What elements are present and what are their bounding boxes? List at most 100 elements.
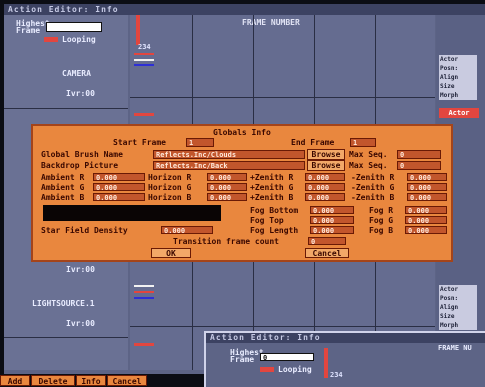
current-frame-marker[interactable] [324, 348, 328, 378]
current-frame-marker[interactable] [136, 15, 140, 45]
looping-label: Looping [278, 365, 312, 374]
row-divider [4, 337, 128, 338]
item-value-camera: Ivr:00 [66, 89, 95, 98]
zenith-pos-g-input[interactable]: 0.000 [305, 183, 345, 191]
transition-label: Transition frame count [173, 237, 279, 246]
keyframe-bar[interactable] [134, 59, 154, 61]
zenith-neg-r-label: -Zenith R [351, 173, 395, 182]
attribute-legend: Actor Posn: Align Size Morph [439, 55, 477, 100]
info-button[interactable]: Info [76, 375, 106, 386]
keyframe-bar[interactable] [134, 297, 154, 299]
looping-toggle[interactable] [260, 367, 274, 372]
ambient-r-label: Ambient R [41, 173, 85, 182]
ambient-r-input[interactable]: 0.000 [93, 173, 145, 181]
transition-input[interactable]: 0 [308, 237, 346, 245]
fog-g-input[interactable]: 0.000 [405, 216, 447, 224]
keyframe-bar[interactable] [134, 343, 154, 346]
side-label: Posn: [439, 294, 477, 303]
highest-frame-input[interactable] [46, 22, 102, 32]
dialog-title: Globals Info [213, 128, 271, 137]
max-seq-label: Max Seq. [349, 161, 388, 170]
keyframe-bar[interactable] [134, 285, 154, 287]
delete-button[interactable]: Delete [31, 375, 75, 386]
side-label: Size [439, 82, 477, 91]
highest-frame-input[interactable]: 0 [260, 353, 314, 362]
color-preview-swatch [43, 205, 221, 221]
ambient-b-label: Ambient B [41, 193, 85, 202]
fog-length-label: Fog Length [250, 226, 299, 235]
ambient-b-input[interactable]: 0.000 [93, 193, 145, 201]
looping-label: Looping [62, 35, 96, 44]
globals-info-dialog: Globals Info Start Frame 1 End Frame 1 G… [31, 124, 453, 262]
add-button[interactable]: Add [0, 375, 30, 386]
horizon-r-input[interactable]: 0.000 [207, 173, 247, 181]
side-label: Actor [439, 55, 477, 64]
action-editor-window-2: Action Editor: Info FRAME NU Highest Fra… [204, 331, 485, 387]
attribute-legend: Actor Posn: Align Size Morph [439, 285, 477, 330]
side-label: Align [439, 303, 477, 312]
global-brush-label: Global Brush Name [41, 150, 123, 159]
fog-length-input[interactable]: 0.000 [310, 226, 354, 234]
browse-backdrop-button[interactable]: Browse [307, 160, 345, 171]
horizon-g-label: Horizon G [148, 183, 192, 192]
backdrop-label: Backdrop Picture [41, 161, 119, 170]
backdrop-input[interactable]: Reflects.Inc/Back [153, 161, 305, 170]
browse-brush-button[interactable]: Browse [307, 149, 345, 160]
fog-r-input[interactable]: 0.000 [405, 206, 447, 214]
keyframe-bar[interactable] [134, 291, 154, 293]
keyframe-bar[interactable] [134, 53, 154, 55]
max-seq-input[interactable]: 0 [397, 150, 441, 159]
window-title: Action Editor: Info [4, 4, 485, 15]
star-field-label: Star Field Density [41, 226, 128, 235]
item-name-camera[interactable]: CAMERA [62, 69, 91, 78]
horizon-g-input[interactable]: 0.000 [207, 183, 247, 191]
item-value-lightsource: Ivr:00 [66, 319, 95, 328]
keyframe-bar[interactable] [134, 64, 154, 66]
frame-readout: 234 [138, 43, 151, 51]
fog-b-label: Fog B [369, 226, 394, 235]
cancel-button[interactable]: Cancel [305, 248, 349, 258]
frame-number-header: FRAME NU [438, 344, 472, 352]
side-label: Actor [439, 285, 477, 294]
side-label: Size [439, 312, 477, 321]
fog-r-label: Fog R [369, 206, 394, 215]
start-frame-label: Start Frame [113, 138, 166, 147]
looping-toggle[interactable] [44, 37, 58, 42]
global-brush-input[interactable]: Reflects.Inc/Clouds [153, 150, 305, 159]
zenith-neg-r-input[interactable]: 0.000 [407, 173, 447, 181]
zenith-neg-g-input[interactable]: 0.000 [407, 183, 447, 191]
side-label: Morph [439, 321, 477, 330]
ambient-g-input[interactable]: 0.000 [93, 183, 145, 191]
item-value-hidden: Ivr:00 [66, 265, 95, 274]
end-frame-input[interactable]: 1 [350, 138, 376, 147]
zenith-pos-b-label: +Zenith B [250, 193, 294, 202]
zenith-pos-r-input[interactable]: 0.000 [305, 173, 345, 181]
actor-badge[interactable]: Actor [439, 108, 479, 118]
frame-readout: 234 [330, 371, 343, 379]
frame-label: Frame [16, 26, 41, 35]
fog-bottom-input[interactable]: 0.000 [310, 206, 354, 214]
ambient-g-label: Ambient G [41, 183, 85, 192]
zenith-pos-b-input[interactable]: 0.000 [305, 193, 345, 201]
fog-bottom-label: Fog Bottom [250, 206, 299, 215]
cancel-edit-button[interactable]: Cancel [107, 375, 147, 386]
max-seq-label: Max Seq. [349, 150, 388, 159]
horizon-b-input[interactable]: 0.000 [207, 193, 247, 201]
item-name-lightsource[interactable]: LIGHTSOURCE.1 [32, 299, 95, 308]
ok-button[interactable]: OK [151, 248, 191, 258]
side-label: Align [439, 73, 477, 82]
horizon-r-label: Horizon R [148, 173, 192, 182]
zenith-pos-g-label: +Zenith G [250, 183, 294, 192]
max-seq-input[interactable]: 0 [397, 161, 441, 170]
frame-number-header: FRAME NUMBER [242, 18, 300, 27]
keyframe-bar[interactable] [134, 113, 154, 116]
zenith-pos-r-label: +Zenith R [250, 173, 294, 182]
fog-b-input[interactable]: 0.000 [405, 226, 447, 234]
start-frame-input[interactable]: 1 [186, 138, 214, 147]
fog-top-label: Fog Top [250, 216, 284, 225]
zenith-neg-b-input[interactable]: 0.000 [407, 193, 447, 201]
fog-top-input[interactable]: 0.000 [310, 216, 354, 224]
star-field-input[interactable]: 0.000 [161, 226, 213, 234]
side-label: Posn: [439, 64, 477, 73]
zenith-neg-b-label: -Zenith B [351, 193, 395, 202]
